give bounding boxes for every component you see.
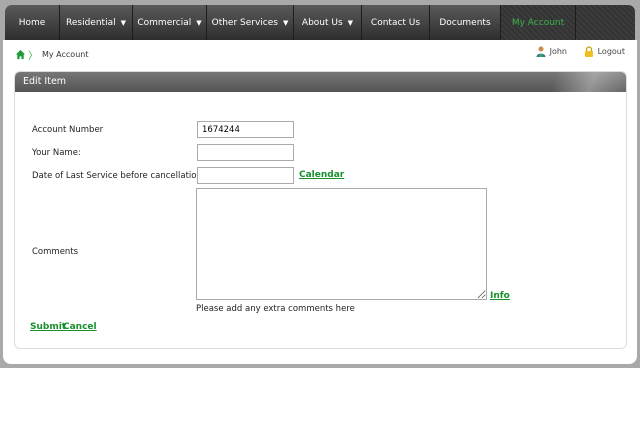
panel-title: Edit Item (23, 76, 67, 87)
home-icon[interactable] (15, 49, 26, 60)
nav-label: Other Services (211, 17, 278, 28)
account-number-input[interactable] (197, 121, 294, 138)
edit-item-panel: Edit Item Account Number Your Name: Date… (14, 71, 627, 349)
breadcrumb: 〉 My Account (15, 47, 88, 62)
dropdown-arrow-icon: ▼ (282, 18, 289, 27)
nav-item-documents[interactable]: Documents (430, 5, 501, 40)
content-area: 〉 My Account John Logout Edit Item Accou… (3, 40, 637, 364)
nav-label: Commercial (137, 17, 192, 28)
nav-item-commercial[interactable]: Commercial ▼ (133, 5, 207, 40)
logout-label: Logout (597, 47, 625, 56)
user-name: John (549, 47, 567, 56)
dropdown-arrow-icon: ▼ (120, 18, 126, 27)
logout-link[interactable]: Logout (584, 46, 625, 57)
your-name-label: Your Name: (32, 148, 81, 158)
cancel-button[interactable]: Cancel (63, 322, 97, 332)
comments-hint: Please add any extra comments here (196, 304, 355, 314)
nav-item-about-us[interactable]: About Us ▼ (294, 5, 362, 40)
breadcrumb-separator: 〉 (28, 51, 38, 62)
dropdown-arrow-icon: ▼ (196, 18, 202, 27)
account-number-label: Account Number (32, 125, 104, 135)
panel-header: Edit Item (15, 72, 626, 92)
comments-textarea[interactable] (196, 188, 487, 300)
header-shine (506, 72, 626, 92)
last-service-date-input[interactable] (197, 167, 294, 184)
user-icon (536, 46, 546, 57)
page-frame: Home Residential ▼ Commercial ▼ Other Serv… (0, 0, 640, 368)
nav-item-other-services[interactable]: Other Services ▼ (207, 5, 294, 40)
user-info[interactable]: John (536, 46, 567, 57)
nav-item-home[interactable]: Home (5, 5, 60, 40)
comments-label: Comments (32, 247, 79, 257)
dropdown-arrow-icon: ▼ (347, 18, 354, 27)
nav-label: My Account (511, 17, 565, 28)
nav-label: About Us (301, 17, 343, 28)
last-service-date-label: Date of Last Service before cancellation (32, 171, 202, 181)
lock-icon (584, 46, 593, 57)
info-link[interactable]: Info (490, 291, 510, 301)
submit-button[interactable]: Submit (30, 322, 66, 332)
calendar-link[interactable]: Calendar (299, 170, 344, 180)
your-name-input[interactable] (197, 144, 294, 161)
main-nav: Home Residential ▼ Commercial ▼ Other Serv… (5, 5, 635, 40)
nav-item-my-account[interactable]: My Account (501, 5, 576, 40)
nav-label: Residential (66, 17, 116, 28)
nav-label: Documents (439, 17, 491, 28)
nav-label: Home (18, 17, 46, 28)
nav-label: Contact Us (370, 17, 421, 28)
nav-filler (576, 5, 635, 40)
breadcrumb-current: My Account (42, 50, 89, 59)
nav-item-residential[interactable]: Residential ▼ (60, 5, 133, 40)
nav-item-contact-us[interactable]: Contact Us (362, 5, 430, 40)
